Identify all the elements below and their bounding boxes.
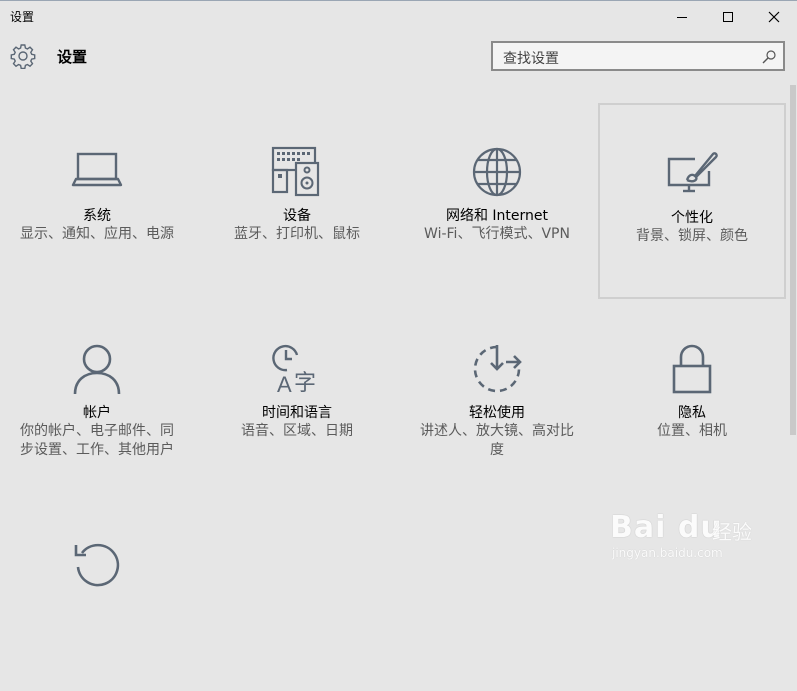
settings-tile-8[interactable] bbox=[3, 495, 191, 691]
tile-description: Wi-Fi、飞行模式、VPN bbox=[424, 226, 570, 242]
settings-tile-1[interactable]: 设备蓝牙、打印机、鼠标 bbox=[203, 103, 391, 299]
maximize-button[interactable] bbox=[705, 2, 751, 32]
tile-description: 讲述人、放大镜、高对比度 bbox=[420, 423, 574, 458]
maximize-icon bbox=[723, 12, 733, 22]
gear-icon bbox=[10, 44, 36, 69]
tile-label: 系统 bbox=[83, 208, 111, 224]
ease-of-access-icon bbox=[473, 345, 522, 393]
scrollbar-thumb[interactable] bbox=[790, 85, 796, 435]
watermark-text: 经验 bbox=[712, 520, 752, 544]
svg-text:字: 字 bbox=[294, 371, 316, 396]
tile-label: 隐私 bbox=[678, 405, 706, 421]
settings-tile-4[interactable]: 帐户你的帐户、电子邮件、同步设置、工作、其他用户 bbox=[3, 300, 191, 496]
keyboard-speaker-icon bbox=[271, 146, 320, 197]
globe-icon bbox=[472, 147, 522, 197]
tile-label: 设备 bbox=[283, 208, 311, 224]
settings-tile-2[interactable]: 网络和 Internet Wi-Fi、飞行模式、VPN bbox=[403, 103, 591, 299]
tile-description: 背景、锁屏、颜色 bbox=[636, 228, 748, 244]
search-placeholder: 查找设置 bbox=[503, 51, 559, 67]
settings-tile-5[interactable]: A 字时间和语言语音、区域、日期 bbox=[203, 300, 391, 496]
tile-label: 时间和语言 bbox=[262, 405, 332, 421]
tile-label: 网络和 Internet bbox=[445, 208, 549, 224]
page-title: 设置 bbox=[57, 48, 88, 66]
search-icon[interactable] bbox=[761, 49, 777, 65]
laptop-icon bbox=[71, 152, 123, 187]
tile-description: 你的帐户、电子邮件、同步设置、工作、其他用户 bbox=[20, 423, 174, 458]
watermark-url: jingyan.baidu.com bbox=[612, 546, 723, 560]
paint-monitor-icon bbox=[667, 152, 718, 193]
close-button[interactable] bbox=[751, 2, 797, 32]
update-icon bbox=[74, 543, 120, 587]
clock-language-icon: A字 bbox=[272, 344, 316, 396]
settings-tile-7[interactable]: 隐私 位置、相机 bbox=[598, 300, 786, 496]
scrollbar[interactable] bbox=[787, 82, 797, 580]
tile-description: 蓝牙、打印机、鼠标 bbox=[234, 226, 360, 242]
minimize-button[interactable] bbox=[659, 2, 705, 32]
baidu-watermark: Bai du 经验 jingyan.baidu.com bbox=[610, 490, 760, 570]
tile-label: 轻松使用 bbox=[469, 405, 525, 421]
tile-label: 个性化 bbox=[671, 210, 713, 226]
tile-description: 显示、通知、应用、电源 bbox=[20, 226, 174, 242]
svg-text:A: A bbox=[277, 372, 292, 396]
title-bar: 设置 bbox=[0, 0, 797, 32]
settings-tile-3[interactable]: 个性化背景、锁屏、颜色 bbox=[598, 103, 786, 299]
minimize-icon bbox=[677, 17, 687, 18]
lock-icon bbox=[672, 344, 712, 394]
page-header: 设置 查找设置 bbox=[0, 32, 797, 82]
tile-description: 位置、相机 bbox=[657, 423, 727, 439]
watermark-brand: Bai du bbox=[610, 510, 723, 545]
tile-description: 语音、区域、日期 bbox=[241, 423, 353, 439]
window-title: 设置 bbox=[10, 10, 35, 24]
tile-label: 帐户 bbox=[83, 405, 111, 421]
search-input[interactable]: 查找设置 bbox=[491, 41, 785, 71]
person-icon bbox=[73, 344, 121, 395]
settings-tile-6[interactable]: 轻松使用讲述人、放大镜、高对比度 bbox=[403, 300, 591, 496]
settings-tile-0[interactable]: 系统显示、通知、应用、电源 bbox=[3, 103, 191, 299]
close-icon bbox=[768, 11, 780, 23]
